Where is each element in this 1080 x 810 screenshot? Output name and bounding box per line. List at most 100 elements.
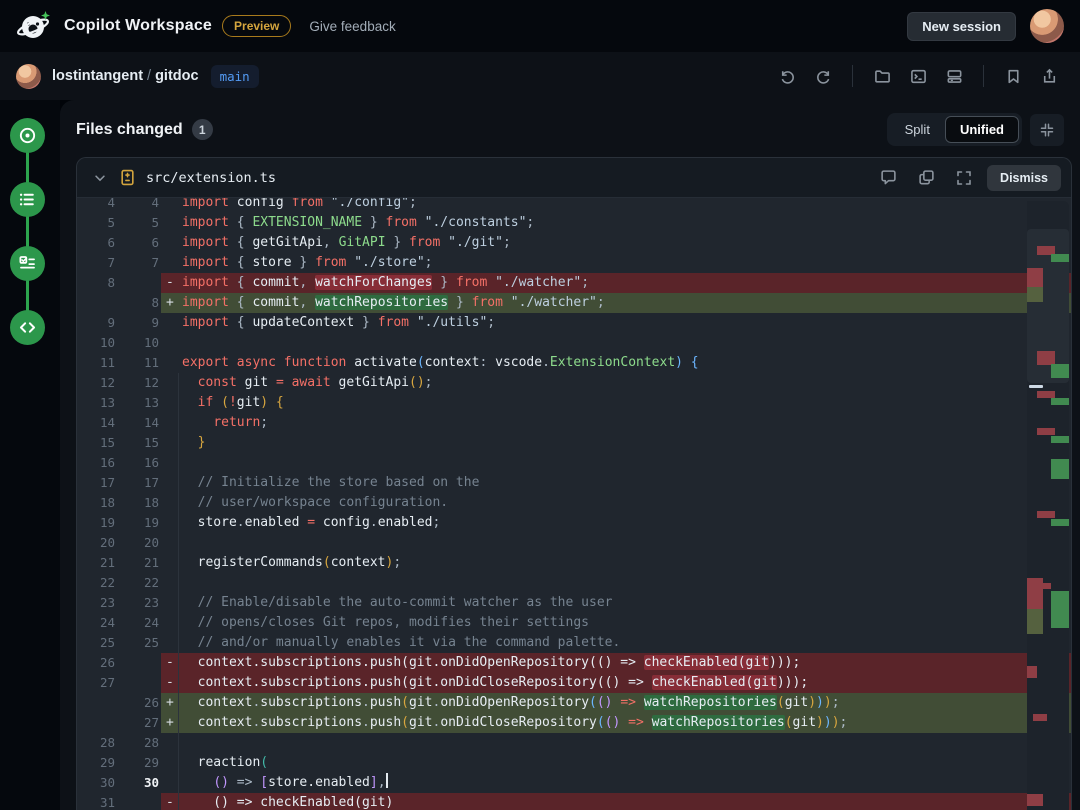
unified-button[interactable]: Unified: [945, 116, 1019, 143]
diff-marker: +: [161, 713, 179, 733]
minimap-green-block: [1051, 254, 1069, 262]
old-line-number: 25: [77, 633, 121, 653]
minimap-red-block: [1037, 391, 1055, 398]
redo-button[interactable]: [808, 62, 838, 90]
diff-marker: [161, 593, 179, 613]
expand-button[interactable]: [949, 164, 979, 192]
old-line-number: 4: [77, 198, 121, 213]
file-count-badge: 1: [192, 119, 213, 140]
undo-button[interactable]: [772, 62, 802, 90]
old-line-number: 19: [77, 513, 121, 533]
diff-marker: +: [161, 693, 179, 713]
new-line-number: 28: [121, 733, 161, 753]
comment-button[interactable]: [873, 164, 903, 192]
list-icon: [18, 190, 37, 209]
diff-marker: [161, 313, 179, 333]
new-line-number: 21: [121, 553, 161, 573]
code-line: 99import { updateContext } from "./utils…: [77, 313, 1071, 333]
new-line-number: 25: [121, 633, 161, 653]
minimap-olive-block: [1027, 287, 1043, 302]
old-line-number: 29: [77, 753, 121, 773]
minimap-red-block: [1033, 714, 1047, 721]
new-line-number: [121, 793, 161, 810]
code-line: 8-import { commit, watchForChanges } fro…: [77, 273, 1071, 293]
old-line-number: 21: [77, 553, 121, 573]
old-line-number: 7: [77, 253, 121, 273]
code-line: 26- context.subscriptions.push(git.onDid…: [77, 653, 1071, 673]
sidebar-step-specification[interactable]: [10, 182, 45, 217]
repo-owner[interactable]: lostintangent: [52, 68, 143, 84]
diff-marker: -: [161, 793, 179, 810]
code-line: 1919 store.enabled = config.enabled;: [77, 513, 1071, 533]
minimap-red-block: [1027, 666, 1037, 678]
old-line-number: 22: [77, 573, 121, 593]
diff-marker: [161, 473, 179, 493]
preview-badge: Preview: [222, 15, 291, 37]
diff-marker: [161, 333, 179, 353]
new-line-number: 9: [121, 313, 161, 333]
timeline-connector: [26, 136, 29, 328]
diff-marker: [161, 433, 179, 453]
new-session-button[interactable]: New session: [907, 12, 1016, 41]
terminal-button[interactable]: [903, 62, 933, 90]
file-name[interactable]: src/extension.ts: [146, 170, 276, 186]
new-line-number: 22: [121, 573, 161, 593]
split-button[interactable]: Split: [890, 116, 945, 143]
breadcrumb[interactable]: lostintangent/gitdoc: [52, 68, 199, 84]
old-line-number: 5: [77, 213, 121, 233]
new-line-number: 20: [121, 533, 161, 553]
new-line-number: [121, 653, 161, 673]
old-line-number: 27: [77, 673, 121, 693]
file-explorer-button[interactable]: [867, 62, 897, 90]
new-line-number: 6: [121, 233, 161, 253]
copy-button[interactable]: [911, 164, 941, 192]
indent-guide: [178, 373, 179, 810]
top-bar: Copilot Workspace Preview Give feedback …: [0, 0, 1080, 52]
diff-marker: [161, 613, 179, 633]
user-avatar[interactable]: [1030, 9, 1064, 43]
old-line-number: [77, 293, 121, 313]
old-line-number: 28: [77, 733, 121, 753]
code-line: 1313 if (!git) {: [77, 393, 1071, 413]
old-line-number: 15: [77, 433, 121, 453]
old-line-number: 9: [77, 313, 121, 333]
diff-marker: [161, 753, 179, 773]
diff-marker: [161, 453, 179, 473]
minimap-red-block: [1037, 511, 1055, 518]
share-button[interactable]: [1034, 62, 1064, 90]
folder-icon: [874, 68, 891, 85]
codespace-button[interactable]: [939, 62, 969, 90]
dismiss-button[interactable]: Dismiss: [987, 165, 1061, 191]
sidebar-step-task[interactable]: [10, 118, 45, 153]
sidebar-step-implementation[interactable]: [10, 310, 45, 345]
collapse-button[interactable]: [1030, 114, 1064, 146]
collapse-file-button[interactable]: [89, 164, 111, 192]
old-line-number: 30: [77, 773, 121, 793]
old-line-number: 20: [77, 533, 121, 553]
give-feedback-link[interactable]: Give feedback: [309, 19, 395, 34]
file-diff-icon: [119, 169, 136, 186]
breadcrumb-separator: /: [143, 68, 155, 84]
sidebar-step-plan[interactable]: [10, 246, 45, 281]
code-line: 31- () => checkEnabled(git): [77, 793, 1071, 810]
code-line: 26+ context.subscriptions.push(git.onDid…: [77, 693, 1071, 713]
diff-marker: [161, 633, 179, 653]
page-title: Files changed: [76, 121, 183, 139]
new-line-number: 24: [121, 613, 161, 633]
new-line-number: 14: [121, 413, 161, 433]
diff-marker: [161, 373, 179, 393]
minimap-green-block: [1051, 364, 1069, 378]
bookmark-button[interactable]: [998, 62, 1028, 90]
new-line-number: 10: [121, 333, 161, 353]
diff-minimap[interactable]: [1027, 201, 1069, 810]
diff-marker: -: [161, 273, 179, 293]
old-line-number: 8: [77, 273, 121, 293]
diff-marker: [161, 573, 179, 593]
repo-name[interactable]: gitdoc: [155, 68, 199, 84]
code-line: 2525 // and/or manually enables it via t…: [77, 633, 1071, 653]
code-line: 1717 // Initialize the store based on th…: [77, 473, 1071, 493]
minimap-red-block: [1037, 351, 1055, 365]
branch-badge[interactable]: main: [211, 65, 259, 88]
old-line-number: 16: [77, 453, 121, 473]
new-line-number: 5: [121, 213, 161, 233]
